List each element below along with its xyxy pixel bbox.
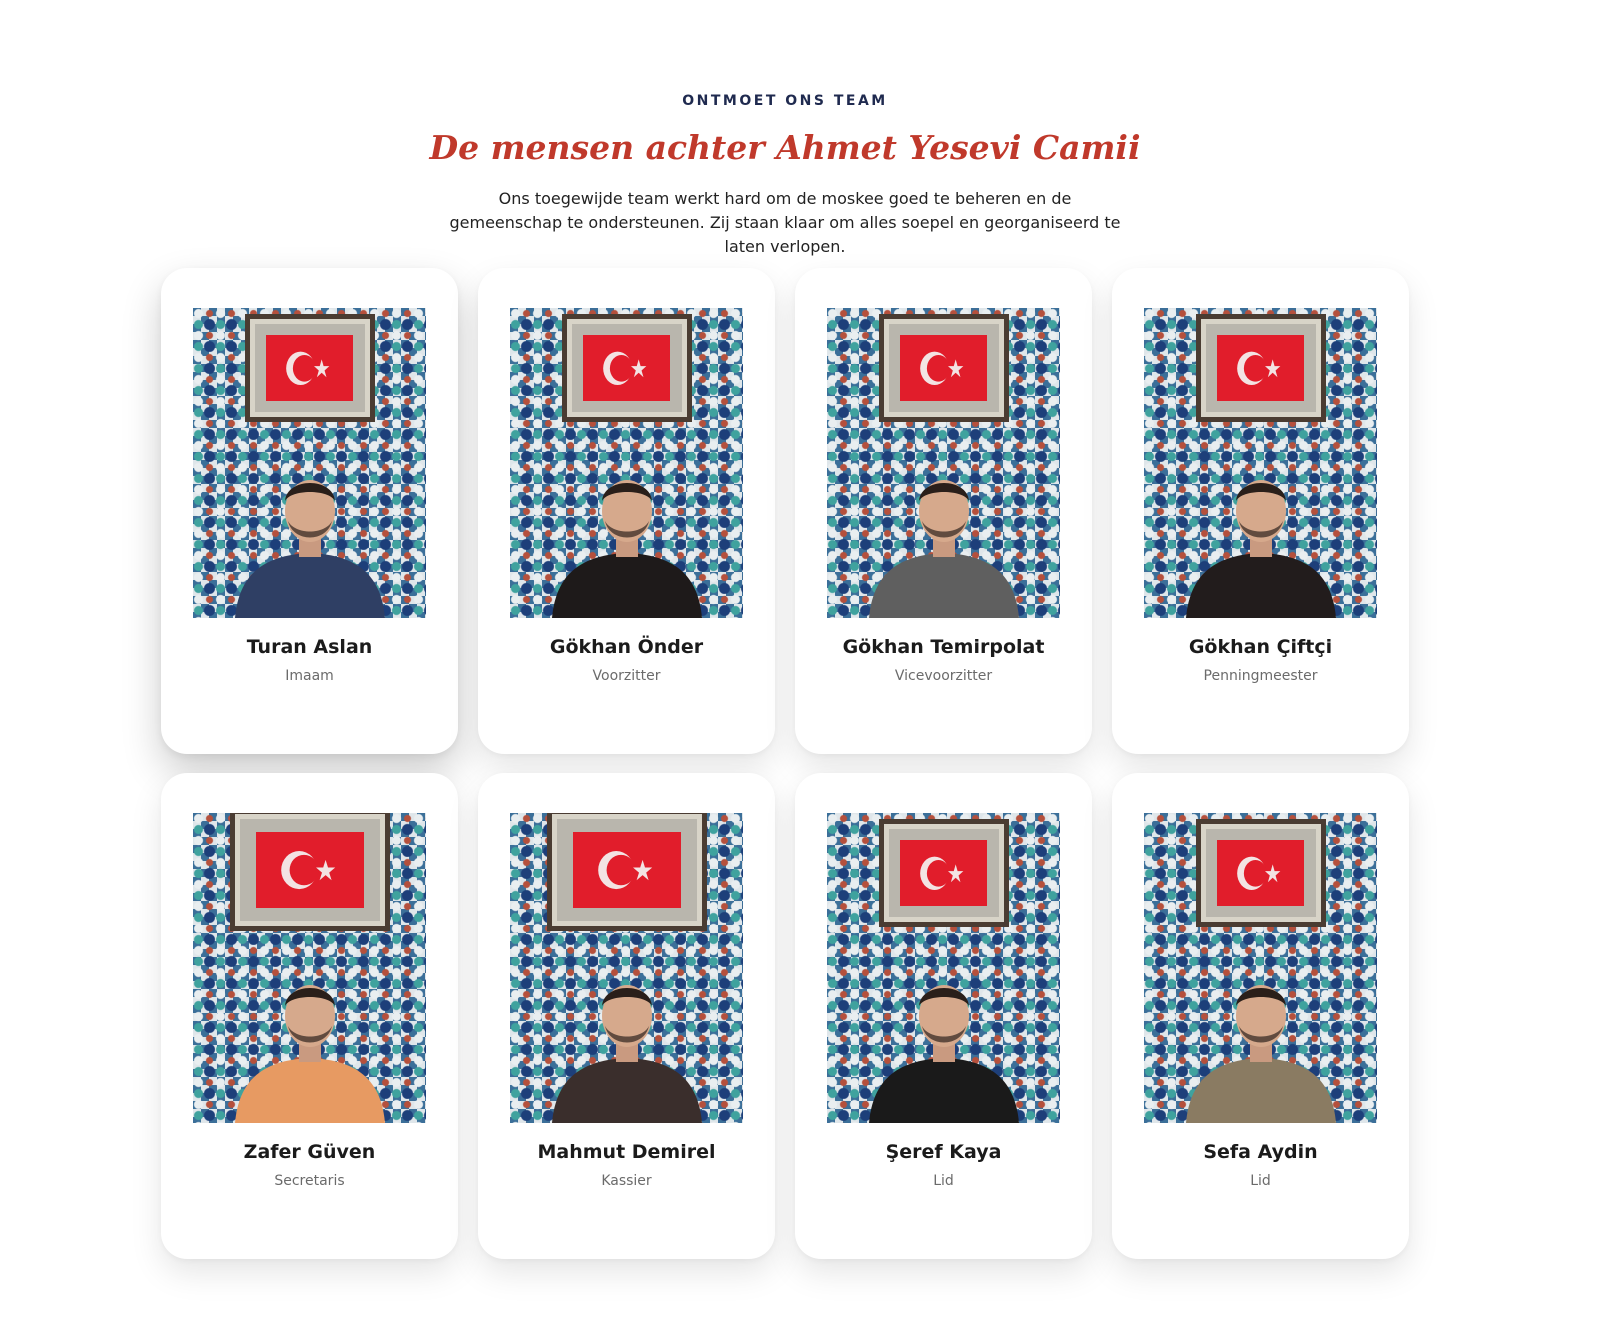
member-role: Secretaris [274,1173,345,1189]
flag-frame [1195,819,1326,927]
team-card[interactable]: Gökhan Önder Voorzitter [478,268,775,754]
member-photo [510,813,743,1123]
section-eyebrow: ONTMOET ONS TEAM [682,93,888,109]
flag-frame [244,314,375,422]
turkish-flag-icon [900,839,987,907]
turkish-flag-icon [1217,839,1304,907]
member-portrait [859,948,1029,1123]
team-card[interactable]: Zafer Güven Secretaris [161,773,458,1259]
member-photo [193,813,426,1123]
flag-frame [229,813,390,931]
member-name: Şeref Kaya [885,1141,1002,1163]
turkish-flag-icon [1217,334,1304,402]
member-portrait [225,948,395,1123]
team-card[interactable]: Şeref Kaya Lid [795,773,1092,1259]
section-intro: Ons toegewijde team werkt hard om de mos… [449,189,1121,256]
member-photo [510,308,743,618]
team-card[interactable]: Sefa Aydin Lid [1112,773,1409,1259]
flag-frame [1195,314,1326,422]
member-name: Gökhan Önder [549,636,704,658]
team-grid: Turan Aslan Imaam Gökhan Önder Voorzitte… [161,268,1409,1259]
member-role: Vicevoorzitter [894,668,993,684]
team-card[interactable]: Turan Aslan Imaam [161,268,458,754]
member-portrait [542,443,712,618]
member-portrait [542,948,712,1123]
member-role: Lid [1250,1173,1271,1189]
turkish-flag-icon [266,334,353,402]
team-card[interactable]: Mahmut Demirel Kassier [478,773,775,1259]
member-role: Lid [933,1173,954,1189]
member-name: Gökhan Çiftçi [1188,636,1333,658]
member-photo [193,308,426,618]
section-title: De mensen achter Ahmet Yesevi Camii [429,128,1141,167]
member-name: Sefa Aydin [1203,1141,1318,1163]
member-photo [1144,308,1377,618]
member-role: Penningmeester [1203,668,1318,684]
flag-frame [546,813,707,931]
team-section: ONTMOET ONS TEAM De mensen achter Ahmet … [0,0,1622,1330]
member-photo [1144,813,1377,1123]
member-portrait [1176,443,1346,618]
turkish-flag-icon [572,831,681,909]
member-role: Kassier [601,1173,652,1189]
team-card[interactable]: Gökhan Çiftçi Penningmeester [1112,268,1409,754]
turkish-flag-icon [255,831,364,909]
member-role: Voorzitter [592,668,661,684]
flag-frame [878,819,1009,927]
member-name: Zafer Güven [243,1141,376,1163]
member-portrait [225,443,395,618]
turkish-flag-icon [900,334,987,402]
member-portrait [859,443,1029,618]
member-role: Imaam [285,668,334,684]
member-photo [827,308,1060,618]
turkish-flag-icon [583,334,670,402]
member-name: Gökhan Temirpolat [842,636,1045,658]
member-portrait [1176,948,1346,1123]
member-photo [827,813,1060,1123]
member-name: Turan Aslan [246,636,373,658]
flag-frame [561,314,692,422]
member-name: Mahmut Demirel [537,1141,716,1163]
team-card[interactable]: Gökhan Temirpolat Vicevoorzitter [795,268,1092,754]
flag-frame [878,314,1009,422]
